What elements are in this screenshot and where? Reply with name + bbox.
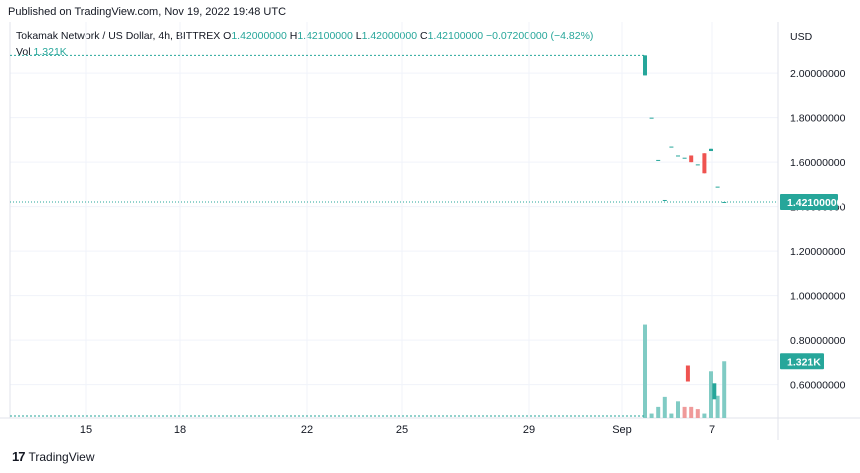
volume-marker — [712, 383, 717, 400]
volume-bar — [669, 413, 674, 418]
volume-bar — [643, 324, 647, 418]
volume-bar — [676, 401, 680, 418]
last-price-label: 1.42100000 — [787, 197, 843, 209]
candle-body — [695, 164, 700, 166]
x-tick-label: 25 — [396, 424, 408, 436]
candle-body — [715, 186, 720, 188]
y-tick-label: 1.20000000 — [790, 246, 846, 258]
price-chart[interactable]: USD2.000000001.800000001.600000001.40000… — [0, 0, 860, 473]
y-tick-label: 0.60000000 — [790, 380, 846, 392]
x-tick-label: 29 — [523, 424, 535, 436]
y-tick-label: 1.00000000 — [790, 291, 846, 303]
y-tick-label: 2.00000000 — [790, 68, 846, 80]
candle-body — [676, 155, 680, 157]
y-tick-label: 1.80000000 — [790, 113, 846, 125]
volume-bar — [662, 396, 667, 418]
tradingview-logo-icon: 17 — [12, 449, 26, 464]
volume-bar — [695, 409, 700, 418]
y-tick-label: 1.60000000 — [790, 157, 846, 169]
volume-bar — [689, 406, 694, 418]
footer-branding: 17 TradingView — [12, 449, 95, 464]
candle-body — [702, 153, 707, 174]
currency-label: USD — [790, 31, 813, 43]
candle-body — [662, 199, 667, 201]
y-tick-label: 0.80000000 — [790, 335, 846, 347]
volume-bar — [702, 413, 707, 418]
x-tick-label: 18 — [174, 424, 186, 436]
candle-body — [649, 117, 654, 119]
volume-marker — [685, 365, 690, 382]
candle-body — [656, 159, 661, 161]
candle-body — [682, 157, 687, 159]
x-tick-label: 15 — [80, 424, 92, 436]
last-volume-label: 1.321K — [787, 356, 821, 368]
candle-body — [709, 148, 713, 152]
candle-body — [643, 55, 647, 76]
x-tick-label: 22 — [301, 424, 313, 436]
candle-body — [669, 146, 674, 148]
x-tick-label: 7 — [709, 424, 715, 436]
volume-bar — [722, 361, 727, 418]
volume-bar — [682, 406, 687, 418]
footer-brand-text: TradingView — [28, 449, 95, 464]
volume-bar — [649, 413, 654, 418]
candle-body — [689, 155, 694, 163]
x-tick-label: Sep — [612, 424, 632, 436]
volume-bar — [656, 406, 661, 418]
